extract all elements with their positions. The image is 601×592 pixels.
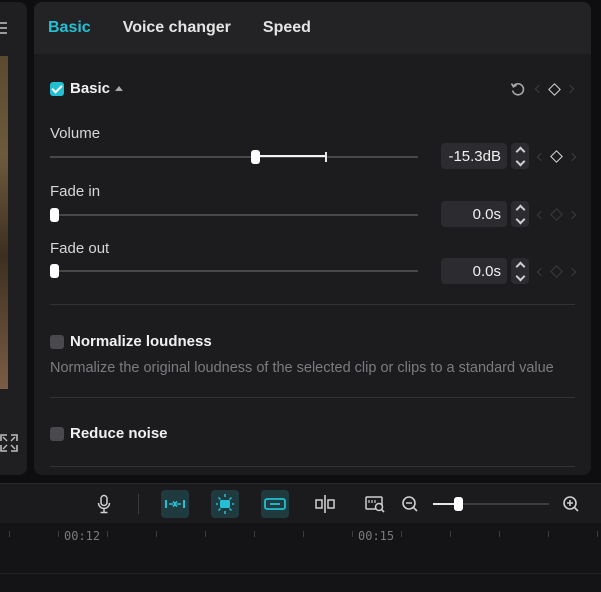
fade-in-stepper[interactable] (511, 201, 529, 227)
fade-out-stepper[interactable] (511, 258, 529, 284)
ruler-tick (597, 531, 598, 537)
volume-slider[interactable] (50, 150, 418, 164)
volume-stepper[interactable] (511, 143, 529, 169)
zoom-in-icon[interactable] (557, 490, 585, 518)
tab-basic[interactable]: Basic (48, 19, 91, 37)
section-divider (50, 304, 575, 305)
fade-in-keyframe-icon (550, 208, 563, 221)
ruler-tick (548, 531, 549, 537)
volume-keyframe-icon[interactable] (550, 150, 563, 163)
volume-next-keyframe-icon[interactable] (567, 152, 577, 161)
next-keyframe-icon[interactable] (565, 84, 575, 94)
toolbar-separator (138, 494, 139, 514)
normalize-loudness-checkbox[interactable] (50, 334, 64, 349)
fade-in-next-keyframe-icon (567, 210, 577, 219)
ruler-tick (58, 531, 59, 537)
fade-in-slider-thumb[interactable] (50, 208, 59, 222)
volume-prev-keyframe-icon[interactable] (536, 152, 546, 161)
zoom-slider-thumb[interactable] (454, 497, 464, 511)
tab-bar: Basic Voice changer Speed (34, 2, 591, 54)
basic-checkbox[interactable] (50, 81, 64, 96)
app-window: Basic Voice changer Speed Basic Volume -… (0, 0, 601, 592)
section-divider (50, 466, 575, 467)
ruler-tick (450, 531, 451, 537)
section-actions (510, 81, 575, 97)
link-clips-icon[interactable] (261, 490, 289, 518)
ruler-tick (9, 531, 10, 537)
prev-keyframe-icon[interactable] (534, 84, 544, 94)
volume-keyframe-controls (536, 150, 577, 163)
collapse-caret-icon[interactable] (115, 86, 124, 91)
split-icon[interactable] (311, 490, 339, 518)
microphone-icon[interactable] (90, 490, 118, 518)
section-divider (50, 397, 575, 398)
normalize-loudness-description: Normalize the original loudness of the s… (50, 360, 554, 376)
fade-out-slider[interactable] (50, 264, 418, 278)
ruler-tick (107, 531, 108, 537)
ruler-tick (254, 531, 255, 537)
tab-voice-changer[interactable]: Voice changer (123, 19, 231, 37)
fade-out-prev-keyframe-icon (536, 267, 546, 276)
link-audio-icon[interactable] (161, 490, 189, 518)
tab-speed[interactable]: Speed (263, 19, 311, 37)
basic-section-title: Basic (70, 80, 111, 97)
timeline-toolbar (0, 483, 601, 523)
ruler-label-00-12: 00:12 (64, 529, 101, 543)
preview-zoom-icon[interactable] (361, 490, 389, 518)
ruler-tick (156, 531, 157, 537)
normalize-loudness-row[interactable]: Normalize loudness (50, 333, 212, 350)
zoom-out-icon[interactable] (396, 490, 424, 518)
ruler-tick (401, 531, 402, 537)
volume-label: Volume (50, 125, 101, 142)
fullscreen-icon[interactable] (0, 434, 18, 452)
audio-properties-panel: Basic Voice changer Speed Basic Volume -… (34, 2, 591, 475)
ruler-tick (303, 531, 304, 537)
fade-out-keyframe-icon (550, 265, 563, 278)
reduce-noise-checkbox[interactable] (50, 426, 64, 441)
volume-default-marker (325, 152, 327, 162)
ruler-label-00-15: 00:15 (358, 529, 395, 543)
fade-in-keyframe-controls (536, 208, 577, 221)
volume-value-input[interactable]: -15.3dB (441, 143, 507, 169)
ruler-tick (205, 531, 206, 537)
fade-out-slider-thumb[interactable] (50, 264, 59, 278)
reduce-noise-row[interactable]: Reduce noise (50, 425, 168, 442)
fade-out-value-input[interactable]: 0.0s (441, 258, 507, 284)
menu-icon[interactable] (0, 22, 8, 36)
fade-out-label: Fade out (50, 240, 110, 257)
basic-content: Basic Volume -15.3dB Fade in 0.0s Fade o… (34, 54, 591, 475)
player-preview-panel (0, 2, 27, 475)
keyframe-all-icon[interactable] (548, 82, 561, 96)
normalize-loudness-title: Normalize loudness (70, 333, 212, 350)
ruler-tick (499, 531, 500, 537)
fade-in-slider[interactable] (50, 208, 418, 222)
fade-out-next-keyframe-icon (567, 267, 577, 276)
fade-in-prev-keyframe-icon (536, 210, 546, 219)
volume-slider-thumb[interactable] (251, 150, 261, 164)
timeline-ruler[interactable]: 00:12 00:15 (0, 523, 601, 592)
volume-slider-fill (255, 155, 325, 157)
reduce-noise-title: Reduce noise (70, 425, 168, 442)
fade-in-value-input[interactable]: 0.0s (441, 201, 507, 227)
fade-out-keyframe-controls (536, 265, 577, 278)
fade-in-label: Fade in (50, 183, 101, 200)
ruler-tick (352, 531, 353, 537)
auto-snap-icon[interactable] (211, 490, 239, 518)
timeline-zoom-slider[interactable] (433, 497, 549, 511)
video-preview-frame (0, 56, 8, 389)
basic-section-header[interactable]: Basic (50, 80, 124, 97)
reset-icon[interactable] (510, 81, 526, 97)
track-area-border (0, 573, 601, 574)
